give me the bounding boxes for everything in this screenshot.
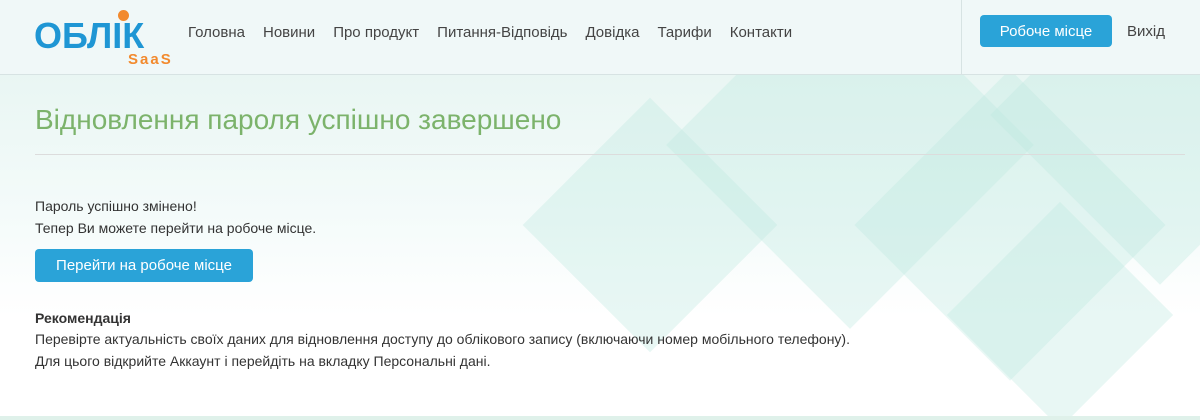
header-divider	[961, 0, 962, 75]
page-title: Відновлення пароля успішно завершено	[35, 104, 562, 135]
logo-subtitle: SaaS	[128, 51, 173, 68]
footer-edge	[0, 416, 1200, 420]
nav-item-home[interactable]: Головна	[188, 24, 245, 42]
main-nav: Головна Новини Про продукт Питання-Відпо…	[188, 24, 810, 42]
nav-item-pricing[interactable]: Тарифи	[657, 24, 711, 42]
nav-item-about-product[interactable]: Про продукт	[333, 24, 419, 42]
main-content: Відновлення пароля успішно завершено Пар…	[35, 100, 1185, 372]
nav-item-help[interactable]: Довідка	[585, 24, 639, 42]
success-line: Пароль успішно змінено!	[35, 198, 197, 214]
nav-item-contacts[interactable]: Контакти	[730, 24, 792, 42]
top-header: ОБЛІК SaaS Головна Новини Про продукт Пи…	[0, 0, 1200, 75]
logout-link[interactable]: Вихід	[1127, 23, 1165, 40]
success-message: Пароль успішно змінено! Тепер Ви можете …	[35, 195, 1185, 239]
recommendation-line-2: Для цього відкрийте Аккаунт і перейдіть …	[35, 353, 491, 369]
logo[interactable]: ОБЛІК SaaS	[34, 8, 184, 70]
recommendation-line-1: Перевірте актуальність своїх даних для в…	[35, 331, 850, 347]
instruction-line: Тепер Ви можете перейти на робоче місце.	[35, 220, 317, 236]
nav-item-news[interactable]: Новини	[263, 24, 315, 42]
logo-dot-icon	[118, 10, 129, 21]
go-to-workspace-button[interactable]: Перейти на робоче місце	[35, 249, 253, 282]
nav-item-faq[interactable]: Питання-Відповідь	[437, 24, 567, 42]
workspace-button[interactable]: Робоче місце	[980, 15, 1112, 47]
logo-wordmark: ОБЛІК	[34, 15, 145, 56]
recommendation-title: Рекомендація	[35, 310, 131, 326]
title-divider	[35, 154, 1185, 155]
